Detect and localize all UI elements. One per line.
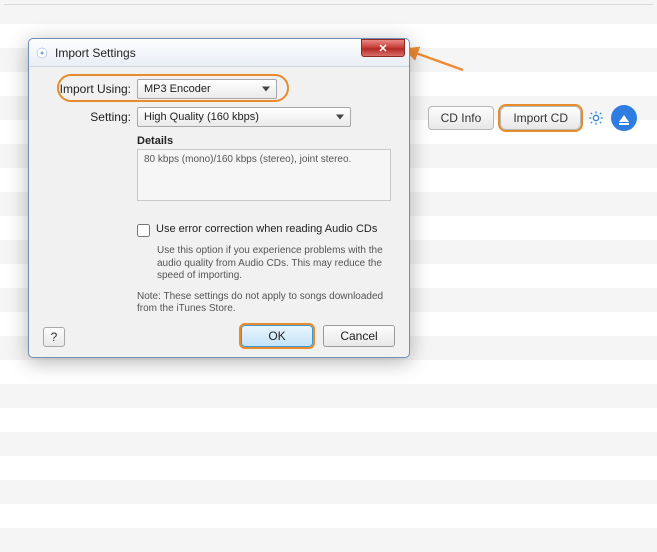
eject-icon	[619, 115, 629, 122]
button-row: OK Cancel	[241, 325, 395, 347]
import-using-value: MP3 Encoder	[144, 83, 211, 95]
eject-button[interactable]	[611, 105, 637, 131]
error-correction-label: Use error correction when reading Audio …	[156, 223, 377, 235]
error-correction-checkbox[interactable]	[137, 224, 150, 237]
gear-icon[interactable]	[587, 109, 605, 127]
import-using-select[interactable]: MP3 Encoder	[137, 79, 277, 99]
import-settings-dialog: Import Settings ✕ Import Using: MP3 Enco…	[28, 38, 410, 358]
error-correction-hint: Use this option if you experience proble…	[157, 245, 387, 283]
chevron-down-icon	[336, 115, 344, 120]
setting-value: High Quality (160 kbps)	[144, 111, 259, 123]
help-button[interactable]: ?	[43, 327, 65, 347]
setting-label: Setting:	[43, 110, 131, 124]
cd-info-button[interactable]: CD Info	[428, 106, 495, 130]
close-icon: ✕	[378, 42, 387, 55]
note-text: Note: These settings do not apply to son…	[137, 291, 387, 316]
cancel-button[interactable]: Cancel	[323, 325, 395, 347]
titlebar: Import Settings ✕	[29, 39, 409, 67]
divider	[4, 4, 653, 5]
app-icon	[35, 46, 49, 60]
close-button[interactable]: ✕	[361, 39, 405, 57]
dialog-body: Import Using: MP3 Encoder Setting: High …	[29, 67, 409, 326]
chevron-down-icon	[262, 87, 270, 92]
details-header: Details	[137, 135, 391, 147]
dialog-title: Import Settings	[55, 46, 355, 60]
import-cd-button[interactable]: Import CD	[500, 106, 581, 130]
import-using-label: Import Using:	[43, 82, 131, 96]
ok-button[interactable]: OK	[241, 325, 313, 347]
cd-toolbar: CD Info Import CD	[428, 105, 637, 131]
setting-select[interactable]: High Quality (160 kbps)	[137, 107, 351, 127]
details-text: 80 kbps (mono)/160 kbps (stereo), joint …	[137, 149, 391, 201]
details-section: Details 80 kbps (mono)/160 kbps (stereo)…	[137, 135, 391, 201]
